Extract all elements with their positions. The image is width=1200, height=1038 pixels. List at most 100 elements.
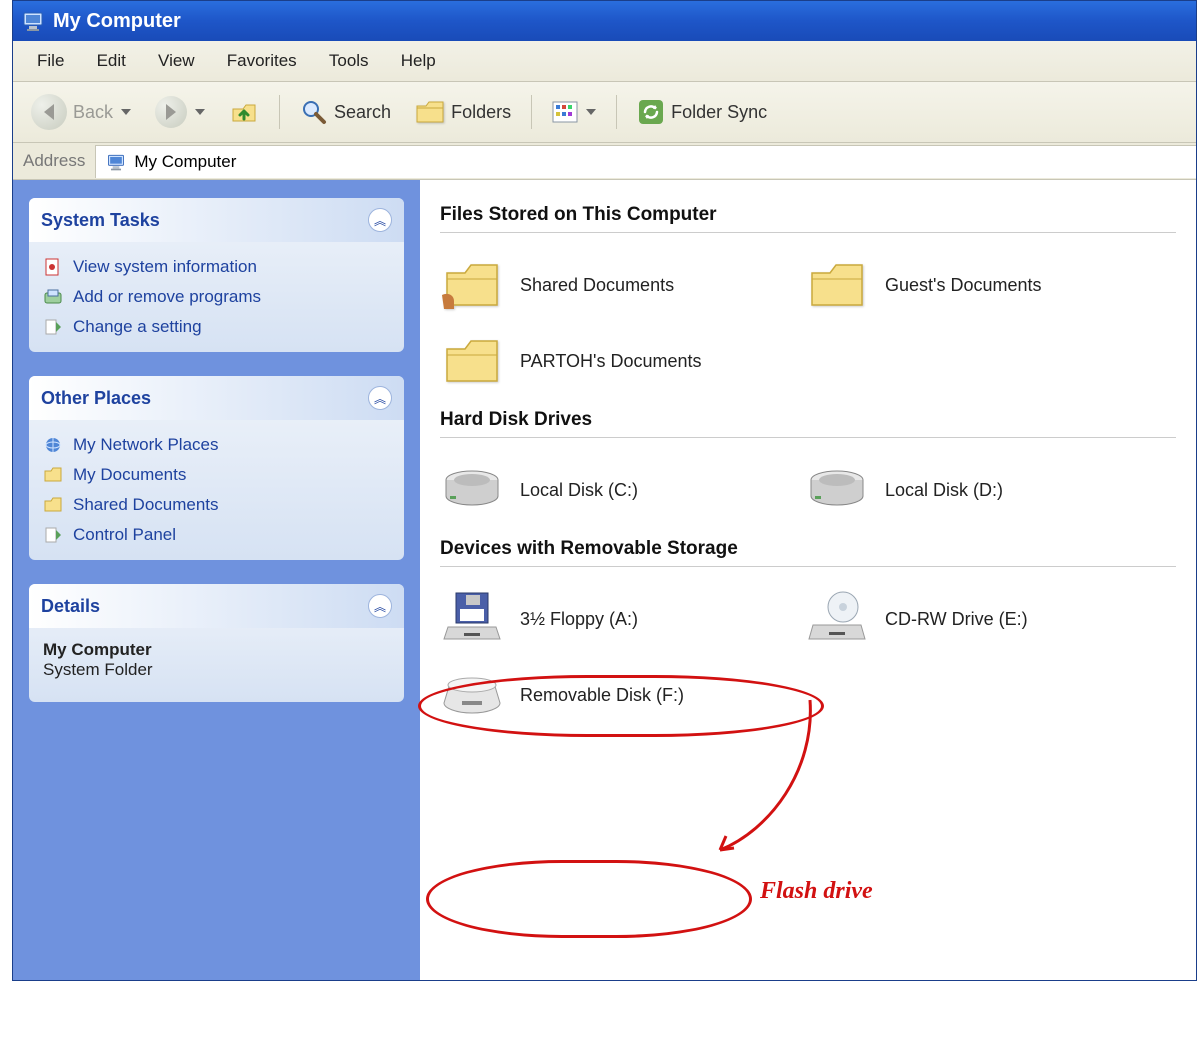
item-floppy-a[interactable]: 3½ Floppy (A:) [440, 581, 795, 657]
window: My Computer File Edit View Favorites Too… [12, 0, 1197, 981]
place-my-documents[interactable]: My Documents [41, 460, 392, 490]
section-files-title: Files Stored on This Computer [440, 204, 1176, 226]
folder-icon [43, 495, 63, 515]
task-label: View system information [73, 257, 257, 277]
item-cdrw-drive-e[interactable]: CD-RW Drive (E:) [805, 581, 1160, 657]
system-tasks-body: View system information Add or remove pr… [29, 242, 404, 352]
back-button[interactable]: Back [23, 90, 139, 134]
search-label: Search [334, 102, 391, 123]
back-dropdown-caret [121, 109, 131, 115]
menu-edit[interactable]: Edit [83, 47, 140, 75]
removable-disk-icon [440, 667, 504, 723]
search-button[interactable]: Search [292, 94, 399, 130]
folders-icon [415, 99, 445, 125]
address-input[interactable]: My Computer [95, 145, 1196, 178]
menu-tools[interactable]: Tools [315, 47, 383, 75]
item-local-disk-d[interactable]: Local Disk (D:) [805, 452, 1160, 528]
item-removable-disk-f[interactable]: Removable Disk (F:) [440, 657, 795, 733]
toolbar-separator [279, 95, 280, 129]
hdd-grid: Local Disk (C:) Local Disk (D:) [440, 452, 1176, 528]
views-dropdown-caret [586, 109, 596, 115]
menu-help[interactable]: Help [387, 47, 450, 75]
floppy-drive-icon [440, 591, 504, 647]
section-hdd-title: Hard Disk Drives [440, 409, 1176, 431]
removable-grid: 3½ Floppy (A:) CD-RW Drive (E:) Removabl… [440, 581, 1176, 733]
up-folder-icon [229, 97, 259, 127]
place-label: My Documents [73, 465, 186, 485]
annotation-circle-item [426, 860, 752, 938]
details-line2: System Folder [43, 660, 390, 680]
network-icon [43, 435, 63, 455]
item-guest-documents[interactable]: Guest's Documents [805, 247, 1160, 323]
item-label: CD-RW Drive (E:) [885, 609, 1028, 630]
details-panel: Details ︽ My Computer System Folder [29, 584, 404, 702]
my-computer-icon [106, 152, 126, 172]
place-label: My Network Places [73, 435, 218, 455]
place-control-panel[interactable]: Control Panel [41, 520, 392, 550]
hard-disk-icon [440, 462, 504, 518]
forward-dropdown-caret [195, 109, 205, 115]
details-header[interactable]: Details ︽ [29, 584, 404, 628]
sidebar: System Tasks ︽ View system information A… [13, 180, 420, 980]
section-removable-title: Devices with Removable Storage [440, 538, 1176, 560]
cd-drive-icon [805, 591, 869, 647]
place-shared-documents[interactable]: Shared Documents [41, 490, 392, 520]
system-tasks-header[interactable]: System Tasks ︽ [29, 198, 404, 242]
chevron-up-icon: ︽ [368, 594, 392, 618]
place-network[interactable]: My Network Places [41, 430, 392, 460]
item-label: Local Disk (C:) [520, 480, 638, 501]
menu-file[interactable]: File [23, 47, 78, 75]
task-label: Change a setting [73, 317, 202, 337]
menu-view[interactable]: View [144, 47, 209, 75]
system-tasks-panel: System Tasks ︽ View system information A… [29, 198, 404, 352]
place-label: Shared Documents [73, 495, 219, 515]
forward-button[interactable] [147, 92, 213, 132]
details-line1: My Computer [43, 640, 390, 660]
system-tasks-title: System Tasks [41, 210, 160, 231]
toolbar-separator [531, 95, 532, 129]
shared-folder-icon [440, 257, 504, 313]
folder-icon [805, 257, 869, 313]
files-grid: Shared Documents Guest's Documents PARTO… [440, 247, 1176, 399]
item-local-disk-c[interactable]: Local Disk (C:) [440, 452, 795, 528]
task-view-system-info[interactable]: View system information [41, 252, 392, 282]
folders-label: Folders [451, 102, 511, 123]
forward-arrow-icon [155, 96, 187, 128]
item-label: Shared Documents [520, 275, 674, 296]
item-label: Local Disk (D:) [885, 480, 1003, 501]
details-body: My Computer System Folder [29, 628, 404, 702]
settings-icon [43, 317, 63, 337]
title-bar[interactable]: My Computer [13, 1, 1196, 41]
info-icon [43, 257, 63, 277]
item-label: Guest's Documents [885, 275, 1042, 296]
item-shared-documents[interactable]: Shared Documents [440, 247, 795, 323]
folder-icon [43, 465, 63, 485]
content: System Tasks ︽ View system information A… [13, 180, 1196, 980]
control-panel-icon [43, 525, 63, 545]
item-label: 3½ Floppy (A:) [520, 609, 638, 630]
back-arrow-icon [31, 94, 67, 130]
my-computer-icon [21, 9, 45, 33]
views-icon [552, 101, 578, 123]
hard-disk-icon [805, 462, 869, 518]
folder-sync-button[interactable]: Folder Sync [629, 94, 775, 130]
item-partoh-documents[interactable]: PARTOH's Documents [440, 323, 795, 399]
menu-favorites[interactable]: Favorites [213, 47, 311, 75]
other-places-panel: Other Places ︽ My Network Places My Docu… [29, 376, 404, 560]
item-label: Removable Disk (F:) [520, 685, 684, 706]
folder-icon [440, 333, 504, 389]
address-value: My Computer [134, 152, 236, 172]
other-places-body: My Network Places My Documents Shared Do… [29, 420, 404, 560]
toolbar: Back Search Folders Folder Sync [13, 82, 1196, 143]
up-button[interactable] [221, 93, 267, 131]
section-separator [440, 232, 1176, 233]
other-places-header[interactable]: Other Places ︽ [29, 376, 404, 420]
menu-bar: File Edit View Favorites Tools Help [13, 41, 1196, 82]
address-label: Address [13, 143, 95, 179]
folders-button[interactable]: Folders [407, 95, 519, 129]
window-title: My Computer [53, 10, 181, 33]
task-add-remove-programs[interactable]: Add or remove programs [41, 282, 392, 312]
views-button[interactable] [544, 97, 604, 127]
section-separator [440, 437, 1176, 438]
task-change-setting[interactable]: Change a setting [41, 312, 392, 342]
